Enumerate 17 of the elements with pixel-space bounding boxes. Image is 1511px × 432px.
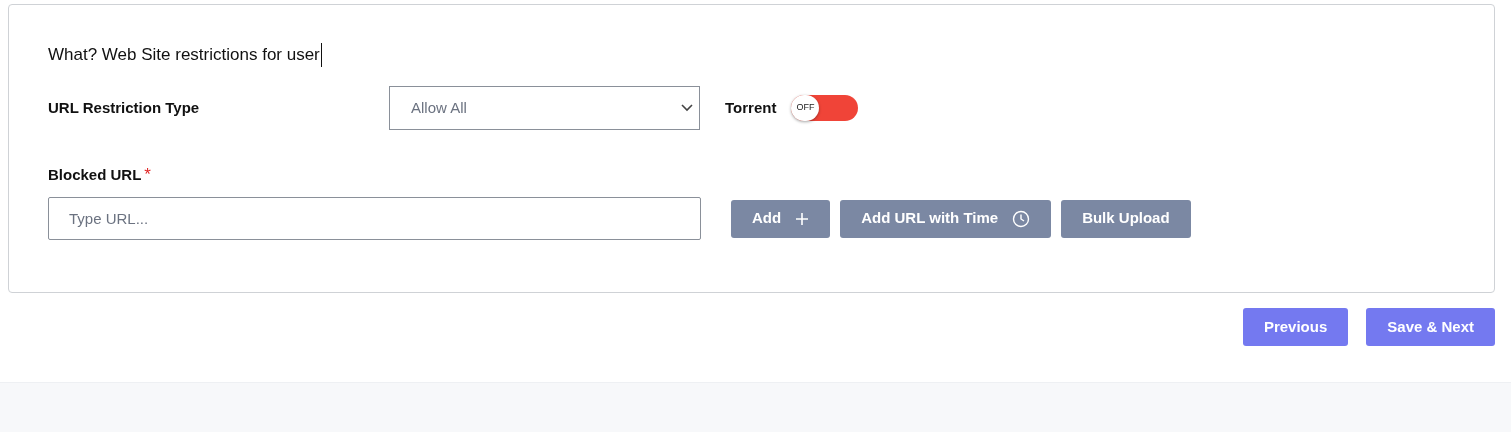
field-label: Torrent	[725, 97, 777, 118]
chevron-down-icon	[681, 104, 693, 112]
toggle-knob: OFF	[791, 95, 820, 121]
url-action-button[interactable]: Add	[731, 199, 831, 238]
url-action-button[interactable]: Add URL with Time	[840, 199, 1052, 238]
restriction-select[interactable]: Allow All	[389, 86, 700, 130]
field-label: Blocked URL	[48, 164, 142, 185]
nav-button[interactable]: Save & Next	[1366, 308, 1495, 346]
field-label: URL Restriction Type	[48, 97, 201, 118]
torrent-toggle[interactable]: OFF	[791, 95, 859, 121]
plus-icon	[795, 211, 810, 226]
url-input-field[interactable]: Type URL...	[48, 197, 701, 240]
required-mark: *	[144, 164, 151, 187]
url-action-button[interactable]: Bulk Upload	[1061, 199, 1191, 238]
nav-button[interactable]: Previous	[1242, 308, 1349, 346]
section-heading: What? Web Site restrictions for user	[48, 43, 322, 67]
clock-icon	[1012, 209, 1031, 228]
